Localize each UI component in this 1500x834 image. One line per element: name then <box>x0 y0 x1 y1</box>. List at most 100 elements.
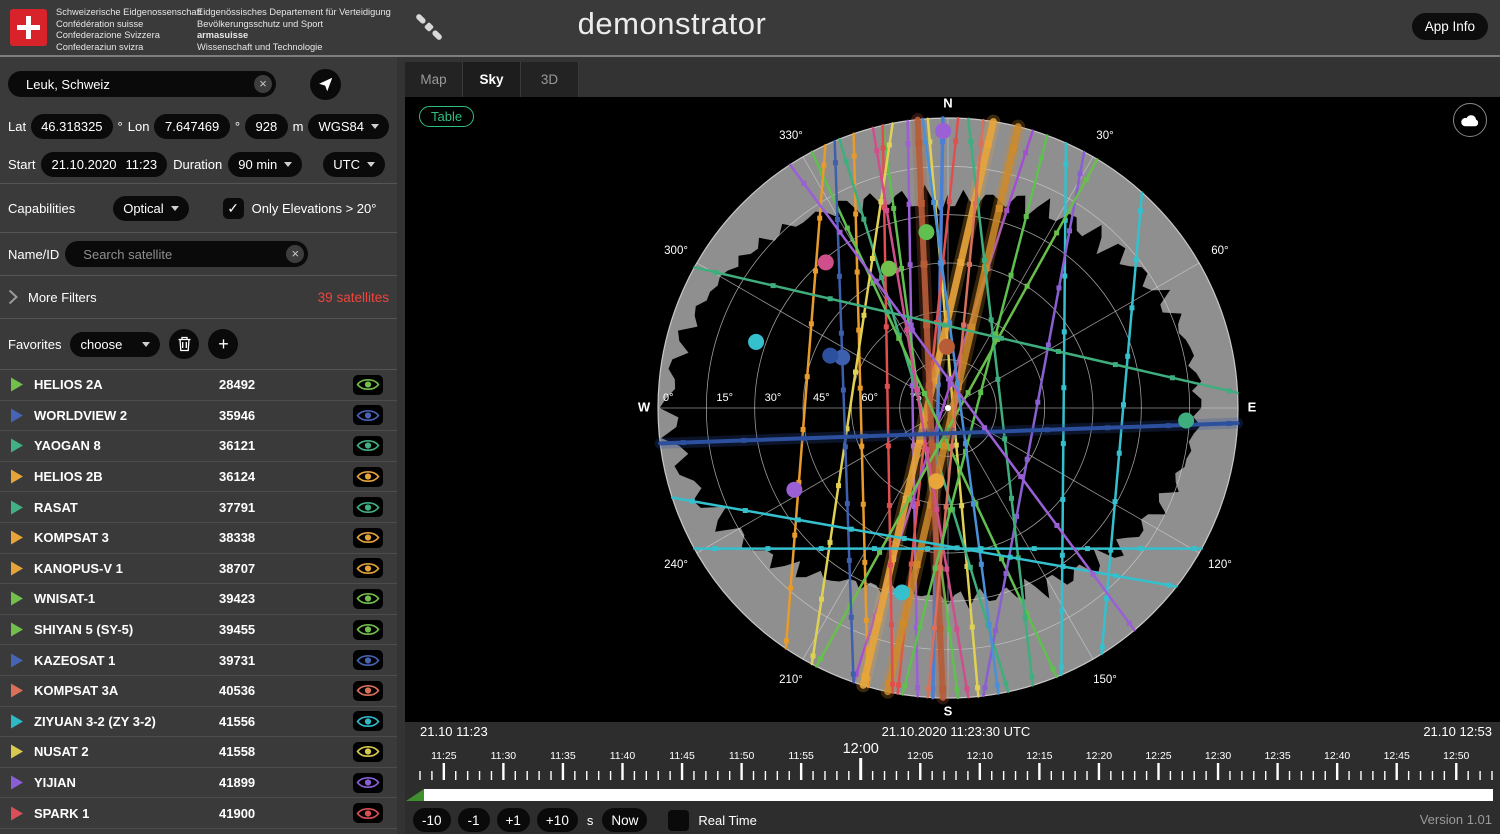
location-search-input[interactable]: Leuk, Schweiz × <box>8 71 276 97</box>
satellite-id: 41899 <box>219 775 343 790</box>
clear-location-icon[interactable]: × <box>254 75 272 93</box>
tab-map[interactable]: Map <box>405 62 463 97</box>
satellite-row[interactable]: SPARK 1 41900 <box>0 798 397 829</box>
lat-field[interactable]: 46.318325 <box>31 114 112 139</box>
timeline[interactable]: 21.10 11:2321.10.2020 11:23:30 UTC21.10 … <box>405 722 1500 806</box>
play-icon[interactable] <box>10 744 24 759</box>
play-icon[interactable] <box>10 438 24 453</box>
svg-text:11:55: 11:55 <box>788 750 814 762</box>
satellite-row[interactable]: WNISAT-1 39423 <box>0 584 397 615</box>
capabilities-select[interactable]: Optical <box>113 196 188 221</box>
eye-icon <box>356 622 380 637</box>
satellite-row[interactable]: KOMPSAT 3A 40536 <box>0 676 397 707</box>
visibility-toggle[interactable] <box>353 497 383 517</box>
satellite-row[interactable]: YIJIAN 41899 <box>0 768 397 799</box>
satellite-id: 39455 <box>219 622 343 637</box>
locate-me-button[interactable] <box>310 69 341 100</box>
chevron-down-icon <box>142 342 150 347</box>
svg-text:21.10.2020 11:23:30 UTC: 21.10.2020 11:23:30 UTC <box>882 724 1031 739</box>
visibility-toggle[interactable] <box>353 620 383 640</box>
datum-select[interactable]: WGS84 <box>308 114 389 139</box>
step-minus-10-button[interactable]: -10 <box>413 808 451 832</box>
visibility-toggle[interactable] <box>353 528 383 548</box>
visibility-toggle[interactable] <box>353 742 383 762</box>
satellite-id: 39423 <box>219 591 343 606</box>
satellite-row[interactable]: HELIOS 2B 36124 <box>0 462 397 493</box>
play-icon[interactable] <box>10 591 24 606</box>
play-icon[interactable] <box>10 377 24 392</box>
step-plus-1-button[interactable]: +1 <box>497 808 530 832</box>
only-elevations-checkbox[interactable]: ✓ <box>223 198 244 219</box>
play-icon[interactable] <box>10 530 24 545</box>
satellite-row[interactable]: WORLDVIEW 2 35946 <box>0 401 397 432</box>
satellite-row[interactable]: KAZEOSAT 1 39731 <box>0 645 397 676</box>
timezone-select[interactable]: UTC <box>323 152 385 177</box>
sky-view: 0°15°30°45°60°75°NESW30°60°120°150°210°2… <box>405 97 1500 722</box>
svg-text:12:10: 12:10 <box>967 750 993 762</box>
cloud-coverage-button[interactable] <box>1453 103 1487 137</box>
play-icon[interactable] <box>10 683 24 698</box>
step-plus-10-button[interactable]: +10 <box>537 808 578 832</box>
step-minus-1-button[interactable]: -1 <box>458 808 490 832</box>
visibility-toggle[interactable] <box>353 375 383 395</box>
play-icon[interactable] <box>10 408 24 423</box>
visibility-toggle[interactable] <box>353 650 383 670</box>
satellite-row[interactable]: ZIYUAN 3-2 (ZY 3-2) 41556 <box>0 707 397 738</box>
play-icon[interactable] <box>10 775 24 790</box>
clear-search-icon[interactable]: × <box>286 245 304 263</box>
visibility-toggle[interactable] <box>353 405 383 425</box>
visibility-toggle[interactable] <box>353 467 383 487</box>
delete-favorite-button[interactable] <box>169 329 199 359</box>
svg-text:12:40: 12:40 <box>1324 750 1350 762</box>
satellite-row[interactable]: HELIOS 2A 28492 <box>0 370 397 401</box>
satellite-name: WNISAT-1 <box>34 591 209 606</box>
play-icon[interactable] <box>10 622 24 637</box>
visibility-toggle[interactable] <box>353 589 383 609</box>
real-time-checkbox[interactable] <box>668 810 689 831</box>
visibility-toggle[interactable] <box>353 711 383 731</box>
satellite-name: HELIOS 2B <box>34 469 209 484</box>
play-icon[interactable] <box>10 806 24 821</box>
play-icon[interactable] <box>10 500 24 515</box>
satellite-search-field[interactable]: × <box>65 241 308 267</box>
eye-icon <box>356 530 380 545</box>
satellite-row[interactable]: SHIYAN 5 (SY-5) 39455 <box>0 615 397 646</box>
visibility-toggle[interactable] <box>353 558 383 578</box>
add-favorite-button[interactable]: + <box>208 329 238 359</box>
eye-icon <box>356 683 380 698</box>
satellite-search-input[interactable] <box>75 246 282 263</box>
app-info-button[interactable]: App Info <box>1412 13 1488 40</box>
satellite-name: YIJIAN <box>34 775 209 790</box>
satellite-name: HELIOS 2A <box>34 377 209 392</box>
satellite-row[interactable]: YAOGAN 8 36121 <box>0 431 397 462</box>
visibility-toggle[interactable] <box>353 681 383 701</box>
play-icon[interactable] <box>10 561 24 576</box>
start-datetime-field[interactable]: 21.10.2020 11:23 <box>41 152 167 177</box>
play-icon[interactable] <box>10 714 24 729</box>
satellite-id: 38338 <box>219 530 343 545</box>
visibility-toggle[interactable] <box>353 436 383 456</box>
favorites-select[interactable]: choose <box>70 332 160 357</box>
satellite-row[interactable]: KOMPSAT 3 38338 <box>0 523 397 554</box>
duration-select[interactable]: 90 min <box>228 152 302 177</box>
table-button[interactable]: Table <box>419 106 474 127</box>
chevron-down-icon <box>371 124 379 129</box>
timeline-ruler[interactable]: 21.10 11:2321.10.2020 11:23:30 UTC21.10 … <box>405 722 1500 806</box>
more-filters-toggle[interactable]: More Filters <box>28 290 97 305</box>
cloud-icon <box>1460 113 1480 127</box>
tab-sky[interactable]: Sky <box>463 62 521 97</box>
play-icon[interactable] <box>10 653 24 668</box>
satellite-row[interactable]: NUSAT 2 41558 <box>0 737 397 768</box>
altitude-field[interactable]: 928 <box>245 114 288 139</box>
visibility-toggle[interactable] <box>353 773 383 793</box>
tab-3d[interactable]: 3D <box>521 62 579 97</box>
svg-text:21.10 11:23: 21.10 11:23 <box>420 724 488 739</box>
now-button[interactable]: Now <box>602 808 647 832</box>
lon-field[interactable]: 7.647469 <box>154 114 229 139</box>
name-id-label: Name/ID <box>8 247 59 262</box>
satellite-row[interactable]: KANOPUS-V 1 38707 <box>0 554 397 585</box>
satellite-row[interactable]: RASAT 37791 <box>0 492 397 523</box>
visibility-toggle[interactable] <box>353 803 383 823</box>
play-icon[interactable] <box>10 469 24 484</box>
svg-text:12:00: 12:00 <box>843 741 879 757</box>
